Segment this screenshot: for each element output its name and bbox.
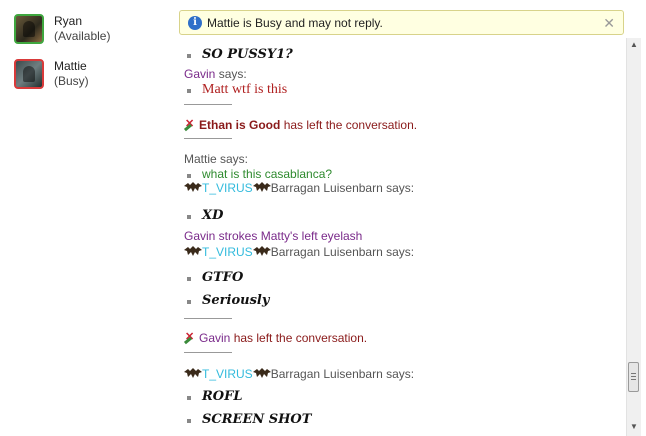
message-header: T_VIRUS Barragan Luisenbarn says: xyxy=(184,245,414,259)
info-icon: i xyxy=(188,15,202,30)
sender-name: Gavin xyxy=(184,67,216,81)
tag-text: T_VIRUS xyxy=(202,367,253,381)
message-header: T_VIRUS Barragan Luisenbarn says: xyxy=(184,181,414,195)
message-text: GTFO xyxy=(184,270,243,285)
divider xyxy=(184,104,232,105)
notification-text: Mattie is Busy and may not reply. xyxy=(207,15,383,30)
busy-notification-bar: i Mattie is Busy and may not reply. ✕ xyxy=(179,10,624,35)
tag-text: T_VIRUS xyxy=(202,181,253,195)
message-text: Matt wtf is this xyxy=(184,82,287,98)
divider xyxy=(184,352,232,353)
scrollbar-thumb[interactable] xyxy=(628,362,639,392)
contact-ryan[interactable]: Ryan (Available) xyxy=(14,14,110,44)
contact-status: (Busy) xyxy=(54,74,89,88)
bat-icon xyxy=(184,182,202,192)
chat-scrollbar[interactable]: ▲ ▼ xyxy=(626,38,641,436)
system-text: has left the conversation. xyxy=(283,118,418,132)
bat-icon xyxy=(252,182,271,192)
participant-name: Ethan is Good xyxy=(199,118,281,132)
divider xyxy=(184,318,232,319)
message-text: ROFL xyxy=(184,389,243,404)
action-message: Gavin strokes Matty's left eyelash xyxy=(184,229,363,243)
tag-text: T_VIRUS xyxy=(202,245,253,259)
message-header: T_VIRUS Barragan Luisenbarn says: xyxy=(184,367,414,381)
message-text: XD xyxy=(184,208,223,223)
sender-name: Barragan Luisenbarn says: xyxy=(270,181,415,195)
conversation-history[interactable]: SO PUSSY1? Gavin says: Matt wtf is this … xyxy=(184,40,624,436)
contact-mattie[interactable]: Mattie (Busy) xyxy=(14,59,89,89)
bat-icon xyxy=(252,246,271,256)
divider xyxy=(184,138,232,139)
message-text: SO PUSSY1? xyxy=(184,47,293,62)
contact-name: Mattie xyxy=(54,59,87,73)
message-text: Seriously xyxy=(184,293,269,308)
sender-name: Barragan Luisenbarn says: xyxy=(270,245,415,259)
system-message: Gavin has left the conversation. xyxy=(184,330,368,345)
bat-icon xyxy=(252,368,271,378)
bat-icon xyxy=(184,246,202,256)
says-label: says: xyxy=(218,67,247,81)
scroll-up-arrow-icon[interactable]: ▲ xyxy=(630,40,638,49)
bat-icon xyxy=(184,368,202,378)
left-conversation-icon xyxy=(184,330,196,344)
message-text: what is this casablanca? xyxy=(184,167,332,181)
message-text: SCREEN SHOT xyxy=(184,412,311,427)
close-icon[interactable]: ✕ xyxy=(603,15,615,32)
scroll-down-arrow-icon[interactable]: ▼ xyxy=(630,422,638,431)
message-header: Mattie says: xyxy=(184,152,249,166)
contact-sidebar: Ryan (Available) Mattie (Busy) xyxy=(0,0,176,436)
avatar xyxy=(14,59,44,89)
sender-name: Barragan Luisenbarn says: xyxy=(270,367,415,381)
system-message: Ethan is Good has left the conversation. xyxy=(184,117,418,132)
avatar xyxy=(14,14,44,44)
contact-status: (Available) xyxy=(54,29,111,43)
participant-name: Gavin xyxy=(199,331,231,345)
system-text: has left the conversation. xyxy=(233,331,368,345)
left-conversation-icon xyxy=(184,117,196,131)
message-header: Gavin says: xyxy=(184,67,247,81)
contact-name: Ryan xyxy=(54,14,83,28)
